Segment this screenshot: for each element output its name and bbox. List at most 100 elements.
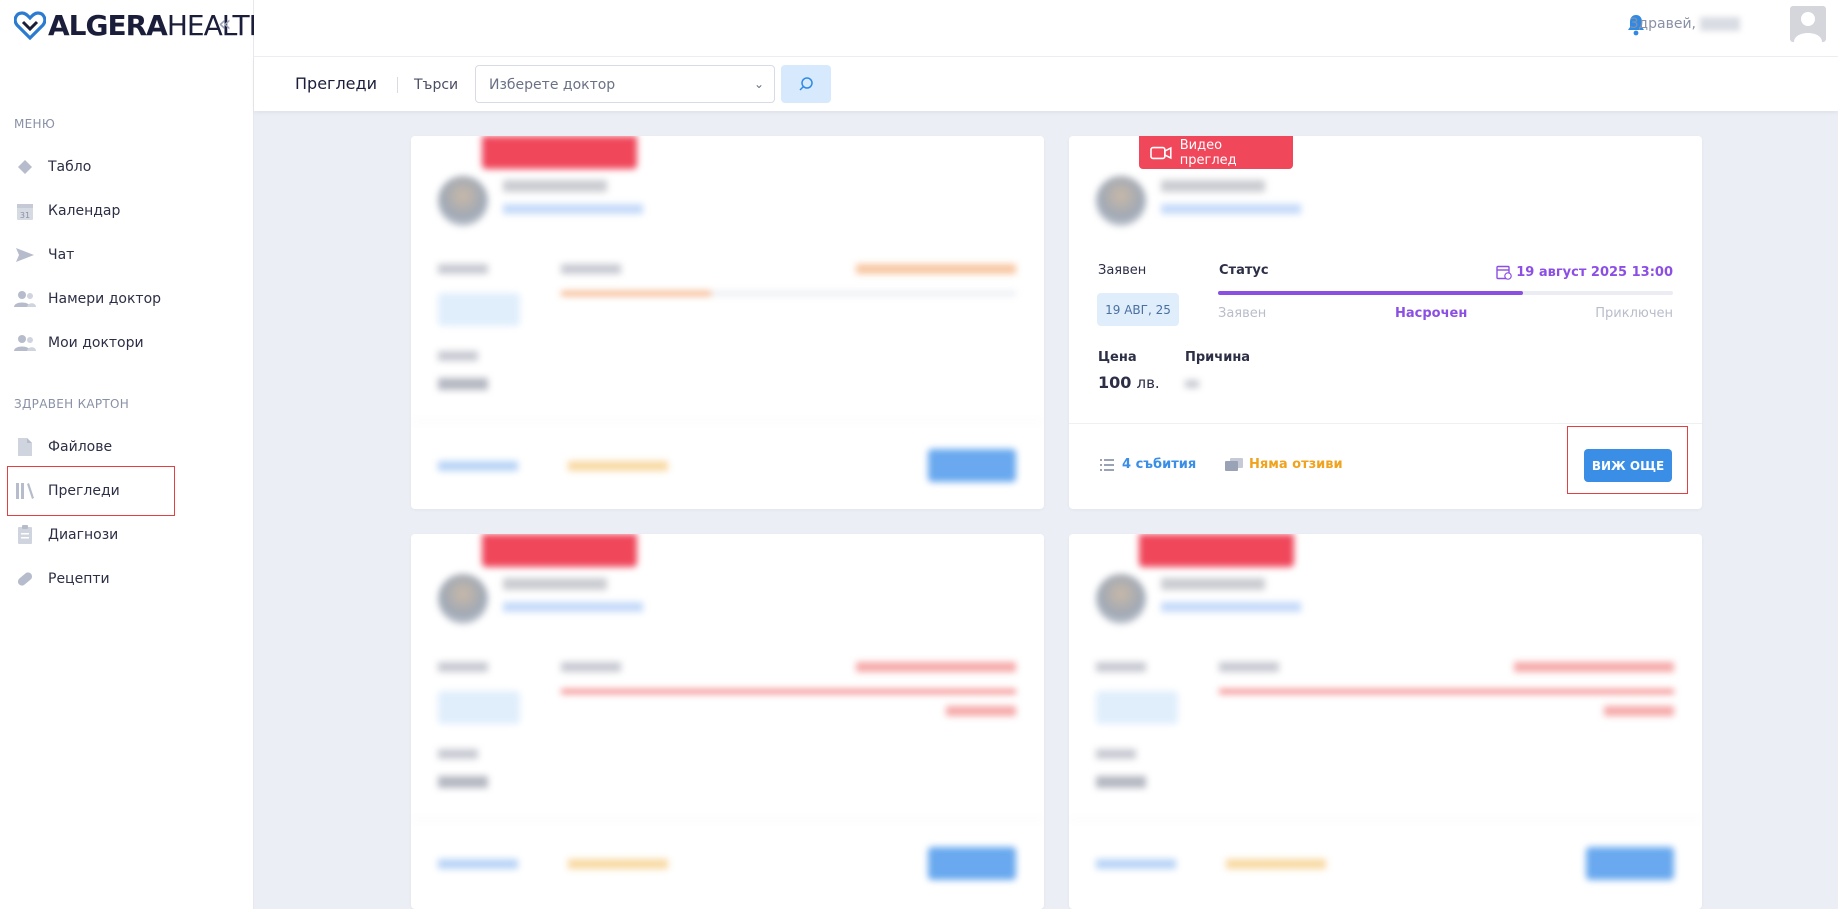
- menu-section-title: МЕНЮ: [14, 117, 56, 131]
- collapse-sidebar-icon[interactable]: «: [218, 12, 231, 37]
- blurred-text: [561, 264, 621, 274]
- chevron-down-icon: ⌄: [753, 77, 764, 91]
- sidebar-item-label: Диагнози: [48, 527, 119, 543]
- blurred-text: [856, 662, 1016, 672]
- doctor-avatar: [438, 176, 488, 226]
- blurred-text: [568, 461, 668, 471]
- blurred-text: [1096, 776, 1146, 788]
- top-bar: Здравей,: [254, 0, 1838, 57]
- blurred-text: [1096, 859, 1176, 869]
- doctor-select-placeholder: Изберете доктор: [489, 77, 616, 93]
- dashboard-icon: [14, 156, 36, 178]
- divider: [397, 77, 398, 93]
- events-text: 4 събития: [1122, 457, 1197, 472]
- blurred-divider: [1069, 819, 1702, 820]
- list-icon: [1100, 458, 1114, 471]
- step-requested: Заявен: [1218, 306, 1267, 321]
- sidebar-item-prescriptions[interactable]: Рецепти: [14, 561, 250, 597]
- doctor-avatar: [1096, 176, 1146, 226]
- status-label: Статус: [1219, 263, 1269, 278]
- svg-text:31: 31: [20, 211, 30, 220]
- doctor-name-redacted: [1161, 180, 1265, 192]
- blurred-text: [438, 378, 488, 390]
- blurred-text: [438, 662, 488, 672]
- blurred-specialty: [503, 204, 643, 214]
- records-section-title: ЗДРАВЕН КАРТОН: [14, 397, 130, 411]
- blurred-content: [411, 136, 1044, 509]
- reviews-link[interactable]: Няма отзиви: [1225, 457, 1343, 472]
- blurred-text: [438, 351, 478, 361]
- price-currency: лв.: [1136, 374, 1160, 392]
- sidebar-item-label: Календар: [48, 203, 121, 219]
- user-name-redacted: [1700, 17, 1740, 31]
- doctor-avatar: [438, 574, 488, 624]
- sidebar-item-label: Табло: [48, 159, 92, 175]
- sidebar-item-my-doctors[interactable]: Мои доктори: [14, 325, 250, 361]
- doctor-specialty-redacted: [1161, 204, 1301, 214]
- blurred-text: [438, 776, 488, 788]
- reason-value-redacted: [1185, 380, 1199, 388]
- blurred-text: [1219, 662, 1279, 672]
- view-more-button[interactable]: ВИЖ ОЩЕ: [1584, 449, 1672, 482]
- blurred-text: [856, 264, 1016, 274]
- blurred-track: [1219, 689, 1674, 694]
- sidebar-item-find-doctor[interactable]: Намери доктор: [14, 281, 250, 317]
- blurred-text: [1604, 706, 1674, 716]
- video-camera-icon: [1150, 146, 1172, 159]
- blurred-date-chip: [438, 691, 520, 724]
- requested-date-chip: 19 АВГ, 25: [1097, 293, 1179, 326]
- user-avatar[interactable]: [1790, 6, 1826, 42]
- sidebar-item-calendar[interactable]: 31 Календар: [14, 193, 250, 229]
- blurred-text: [1226, 859, 1326, 869]
- blurred-text: [946, 706, 1016, 716]
- sidebar-item-chat[interactable]: Чат: [14, 237, 250, 273]
- filter-bar: Прегледи Търси Изберете доктор ⌄: [254, 57, 1838, 111]
- calendar-clock-icon: [1496, 265, 1513, 280]
- clipboard-icon: [14, 524, 36, 546]
- card-divider: [1069, 423, 1702, 424]
- blurred-fill: [561, 291, 711, 296]
- blurred-text: [438, 264, 488, 274]
- scheduled-datetime-text: 19 август 2025 13:00: [1516, 264, 1673, 280]
- blurred-name: [503, 180, 607, 192]
- events-link[interactable]: 4 събития: [1100, 457, 1196, 472]
- reason-label: Причина: [1185, 350, 1251, 365]
- sidebar: ALGERA HEALTH « МЕНЮ Табло 31 Календар Ча…: [0, 0, 270, 909]
- blurred-date-chip: [1096, 691, 1178, 724]
- reviews-icon: [1225, 457, 1243, 471]
- blurred-badge: [482, 136, 637, 169]
- blurred-text: [568, 859, 668, 869]
- heart-logo-icon: [14, 11, 46, 40]
- sidebar-item-label: Намери доктор: [48, 291, 162, 307]
- doctor-select[interactable]: Изберете доктор ⌄: [475, 65, 775, 103]
- blurred-specialty: [503, 602, 643, 612]
- books-icon: [14, 480, 36, 502]
- doctor-avatar: [1096, 574, 1146, 624]
- price-value: 100: [1098, 373, 1132, 392]
- appointment-card-blurred: [411, 136, 1044, 509]
- blurred-text: [438, 461, 518, 471]
- search-label: Търси: [414, 77, 459, 93]
- sidebar-item-diagnoses[interactable]: Диагнози: [14, 517, 250, 553]
- video-exam-badge: Видео преглед: [1139, 136, 1293, 169]
- sidebar-item-files[interactable]: Файлове: [14, 429, 250, 465]
- badge-label: Видео преглед: [1179, 137, 1237, 168]
- price: 100 лв.: [1098, 373, 1160, 392]
- blurred-track: [561, 291, 1016, 296]
- users-icon: [14, 288, 36, 310]
- sidebar-item-examinations[interactable]: Прегледи: [7, 466, 175, 516]
- sidebar-item-label: Чат: [48, 247, 75, 263]
- sidebar-item-label: Мои доктори: [48, 335, 144, 351]
- blurred-button: [1586, 847, 1674, 880]
- appointment-card-blurred: [411, 534, 1044, 909]
- calendar-icon: 31: [14, 200, 36, 222]
- step-completed: Приключен: [1595, 306, 1673, 321]
- status-progress-fill: [1218, 291, 1523, 295]
- blurred-name: [503, 578, 607, 590]
- blurred-content: [411, 534, 1044, 909]
- price-label: Цена: [1098, 350, 1137, 365]
- sidebar-item-dashboard[interactable]: Табло: [14, 149, 250, 185]
- blurred-specialty: [1161, 602, 1301, 612]
- search-button[interactable]: [781, 65, 831, 103]
- file-icon: [14, 436, 36, 458]
